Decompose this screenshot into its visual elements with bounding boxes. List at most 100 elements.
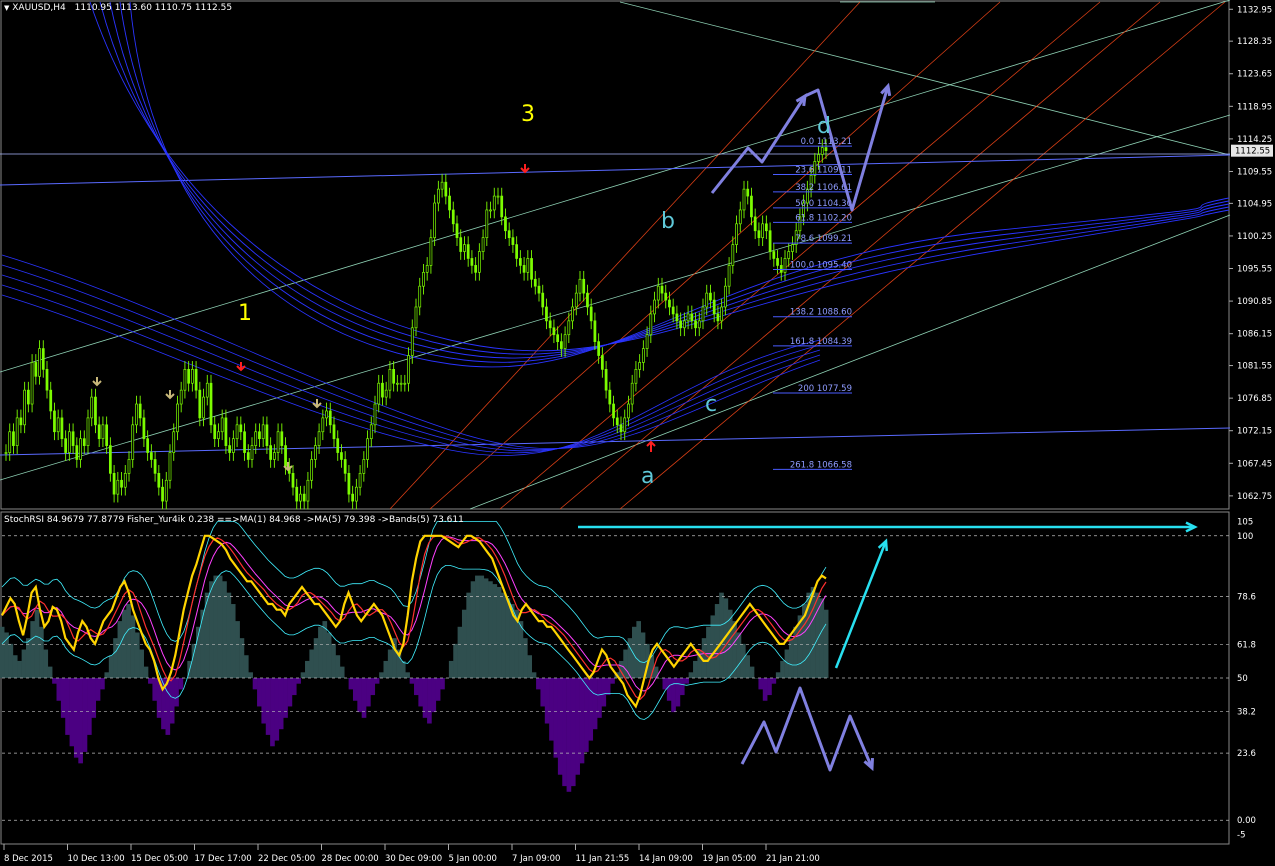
candle-body bbox=[94, 396, 97, 426]
fisher-bar bbox=[427, 678, 432, 724]
candle-body bbox=[653, 299, 656, 315]
candle-body bbox=[172, 431, 176, 453]
wave-label-b: b bbox=[661, 209, 675, 234]
candle-body bbox=[280, 431, 284, 446]
candle-body bbox=[41, 348, 45, 370]
candle-body bbox=[354, 486, 358, 502]
price-tick-label: 1072.15 bbox=[1237, 427, 1272, 437]
fisher-bar bbox=[579, 678, 585, 764]
candle-body bbox=[381, 382, 384, 398]
fisher-bar bbox=[505, 598, 511, 678]
fisher-bar bbox=[305, 660, 310, 678]
fisher-bar bbox=[440, 678, 445, 690]
candle-body bbox=[306, 479, 310, 502]
fisher-bar bbox=[549, 678, 554, 741]
fisher-bar bbox=[531, 672, 537, 678]
indicator-tick-label: -5 bbox=[1237, 830, 1245, 840]
candle-body bbox=[571, 306, 574, 322]
price-tick-label: 1062.75 bbox=[1237, 492, 1272, 502]
fisher-bar bbox=[178, 678, 184, 690]
fisher-bar bbox=[82, 678, 88, 752]
fisher-bar bbox=[331, 643, 336, 678]
candle-body bbox=[157, 472, 161, 488]
candle-body bbox=[377, 382, 381, 405]
candle-body bbox=[522, 265, 526, 273]
fisher-bar bbox=[623, 649, 628, 678]
candle-body bbox=[779, 265, 783, 273]
candle-body bbox=[67, 431, 71, 453]
candle-body bbox=[64, 438, 68, 453]
ohlc-label: 1110.95 1113.60 1110.75 1112.55 bbox=[74, 3, 233, 13]
candle-body bbox=[641, 348, 645, 363]
collapse-triangle-icon[interactable]: ▼ bbox=[4, 4, 9, 12]
candle-body bbox=[123, 472, 127, 488]
fisher-bar bbox=[706, 626, 711, 678]
time-tick-label: 22 Dec 05:00 bbox=[258, 854, 315, 864]
candle-body bbox=[817, 154, 820, 162]
candle-body bbox=[332, 424, 336, 440]
fisher-bar bbox=[461, 609, 467, 678]
candle-body bbox=[436, 188, 440, 204]
candle-body bbox=[187, 369, 191, 384]
candle-body bbox=[194, 369, 198, 391]
candle-body bbox=[235, 424, 239, 440]
fisher-bar bbox=[47, 666, 53, 678]
candle-body bbox=[45, 369, 49, 391]
time-tick-label: 21 Jan 21:00 bbox=[766, 854, 820, 864]
candle-body bbox=[515, 244, 519, 259]
fisher-bar bbox=[352, 678, 358, 701]
fisher-bar bbox=[230, 604, 236, 678]
fisher-bar bbox=[130, 615, 136, 678]
fisher-bar bbox=[100, 678, 105, 690]
fisher-bar bbox=[95, 678, 101, 701]
candle-body bbox=[284, 445, 287, 467]
fisher-bar bbox=[174, 678, 179, 707]
chart-canvas[interactable]: 0.0 1113.2123.6 1109.1138.2 1106.6150.0 … bbox=[0, 0, 1275, 866]
candle-body bbox=[690, 313, 694, 322]
time-tick-label: 14 Jan 09:00 bbox=[639, 854, 693, 864]
candle-body bbox=[295, 486, 299, 502]
fisher-bar bbox=[52, 678, 57, 684]
candle-body bbox=[474, 265, 478, 273]
fisher-bar bbox=[209, 581, 214, 678]
candle-body bbox=[164, 479, 168, 502]
fisher-bar bbox=[466, 592, 471, 678]
fisher-bar bbox=[265, 678, 271, 735]
fisher-bar bbox=[213, 575, 219, 678]
candle-body bbox=[783, 258, 787, 273]
candle-body bbox=[231, 438, 235, 453]
candle-body bbox=[34, 362, 38, 377]
fisher-bar bbox=[339, 666, 345, 678]
fisher-bar bbox=[457, 626, 463, 678]
fisher-bar bbox=[405, 672, 410, 678]
candle-body bbox=[589, 306, 593, 322]
candle-body bbox=[612, 403, 615, 419]
candle-body bbox=[746, 188, 750, 197]
fisher-bar bbox=[143, 666, 149, 678]
fisher-bar bbox=[117, 621, 123, 678]
candle-body bbox=[149, 452, 153, 460]
time-tick-label: 17 Dec 17:00 bbox=[195, 854, 252, 864]
fisher-bar bbox=[745, 655, 750, 678]
fisher-bar bbox=[418, 678, 424, 707]
candle-body bbox=[634, 369, 638, 384]
fisher-bar bbox=[169, 678, 175, 724]
fisher-bar bbox=[771, 678, 777, 684]
fisher-bar bbox=[819, 598, 825, 678]
fisher-bar bbox=[693, 660, 698, 678]
candle-body bbox=[518, 258, 522, 266]
candle-body bbox=[567, 320, 571, 336]
candle-body bbox=[682, 320, 686, 329]
candle-body bbox=[787, 251, 791, 259]
fib-label-100.0: 100.0 1095.40 bbox=[790, 261, 852, 271]
candle-body bbox=[712, 299, 716, 315]
price-header: ▼ XAUUSD,H4 1110.95 1113.60 1110.75 1112… bbox=[4, 3, 232, 13]
candle-body bbox=[302, 493, 306, 502]
candle-body bbox=[246, 452, 250, 460]
fisher-bar bbox=[675, 678, 681, 707]
candle-body bbox=[366, 438, 369, 460]
candle-body bbox=[343, 459, 347, 474]
fisher-bar bbox=[553, 678, 559, 758]
price-tick-label: 1114.25 bbox=[1237, 135, 1272, 145]
candle-body bbox=[220, 417, 224, 433]
